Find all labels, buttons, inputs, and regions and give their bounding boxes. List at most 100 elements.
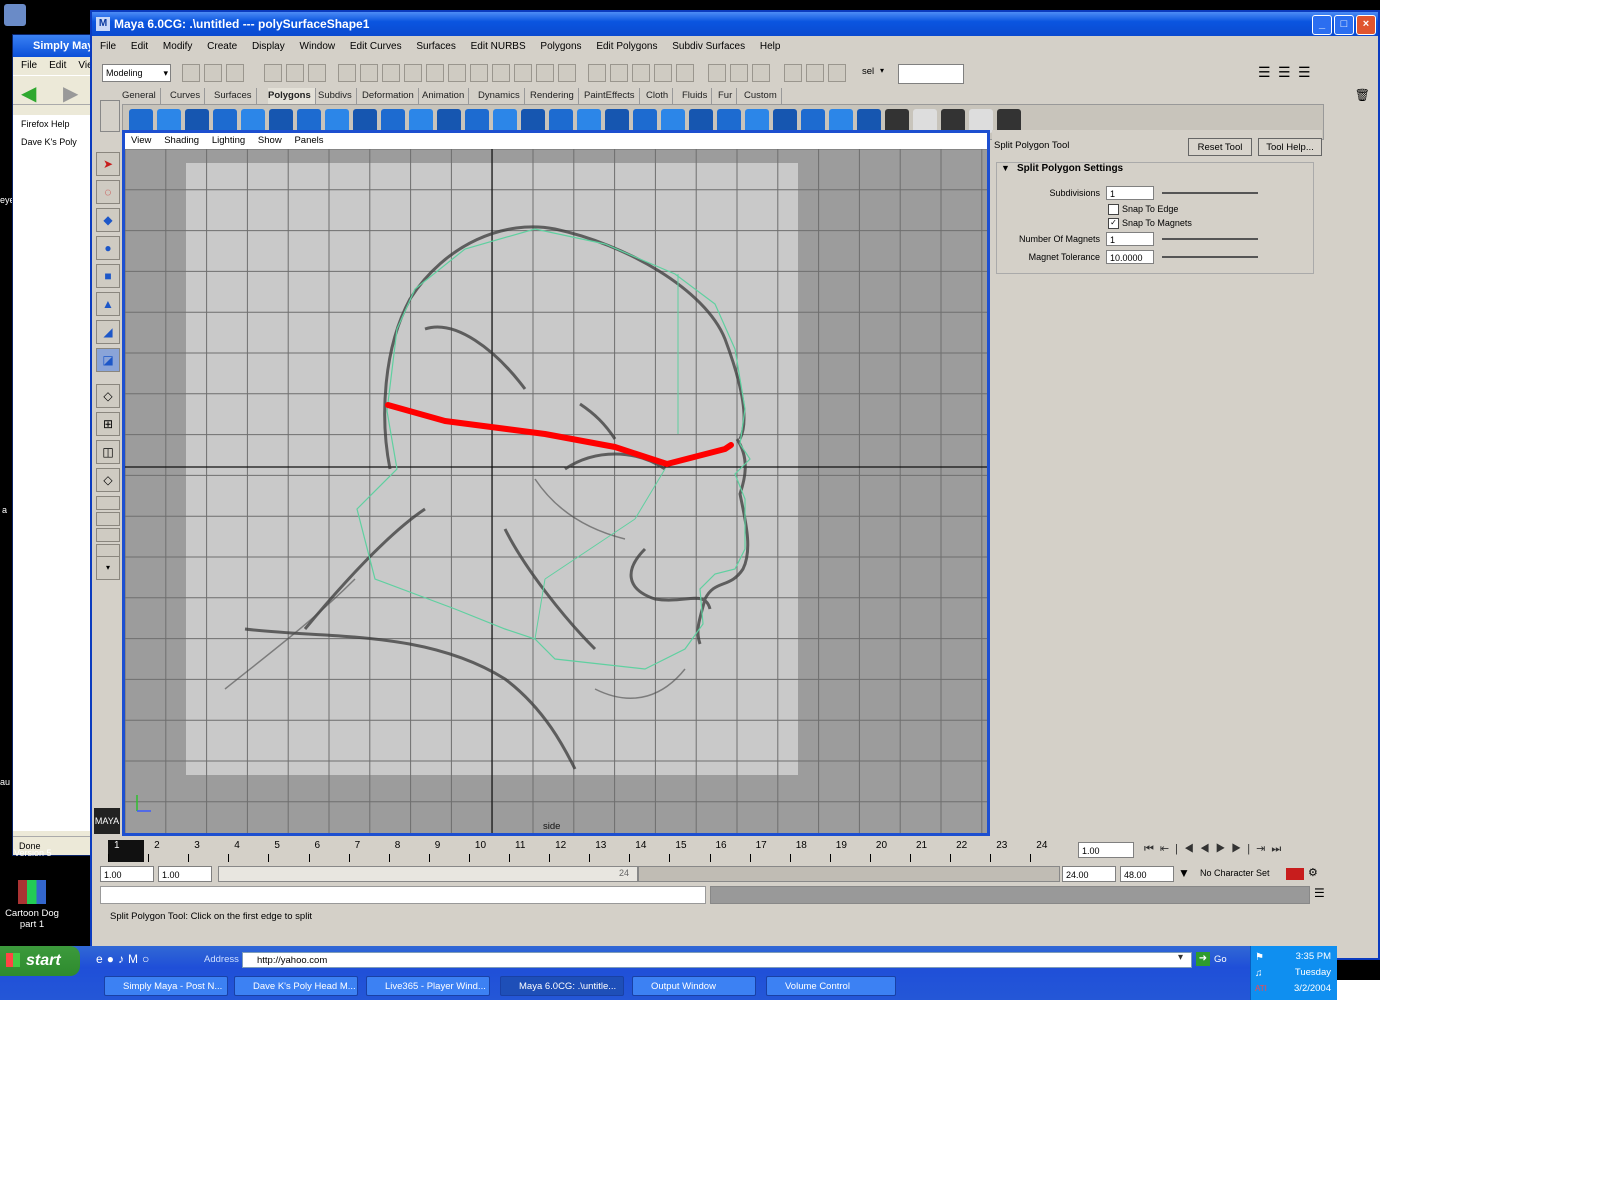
play-forward-icon[interactable]: ▶ [1216,843,1232,855]
tray-icon[interactable]: ⚑ [1255,952,1264,963]
playback-start-field[interactable]: 1.00 [158,866,212,882]
sel-dropdown-icon[interactable]: ▾ [880,66,884,75]
menu-display[interactable]: Display [252,41,285,52]
render-globals-icon[interactable] [828,64,846,82]
ipr-icon[interactable] [806,64,824,82]
background-browser-window[interactable]: Simply Maya File Edit Vie ◀ ▶ Firefox Help… [12,34,94,856]
computer-icon[interactable] [4,4,26,26]
input-ops-icon[interactable] [708,64,726,82]
hypergraph-layout-icon[interactable] [96,496,120,510]
menu-help[interactable]: Help [760,41,781,52]
magnet-tolerance-field[interactable]: 10.0000 [1106,250,1154,264]
maya-titlebar[interactable]: M Maya 6.0CG: .\untitled --- polySurface… [92,12,1378,36]
attribute-editor-toggle-icon[interactable]: ☰ [1298,64,1316,82]
vp-menu-lighting[interactable]: Lighting [212,135,245,146]
move-tool-icon[interactable]: ◆ [96,208,120,232]
menu-edit-polygons[interactable]: Edit Polygons [596,41,657,52]
task-volume-control[interactable]: Volume Control [766,976,896,996]
snap-to-edge-checkbox[interactable] [1108,204,1119,215]
new-scene-icon[interactable] [182,64,200,82]
menu-surfaces[interactable]: Surfaces [416,41,455,52]
side-viewport[interactable]: View Shading Lighting Show Panels side [122,130,990,836]
snap-view-icon[interactable] [654,64,672,82]
bg-tab-firefox-help[interactable]: Firefox Help [13,115,91,133]
forward-icon[interactable]: ▶ [63,81,78,106]
question-icon[interactable] [514,64,532,82]
menu-edit[interactable]: Edit [131,41,148,52]
viewport-canvas[interactable]: side [124,148,987,833]
menu-edit-nurbs[interactable]: Edit NURBS [471,41,526,52]
tray-icon[interactable]: ♫ [1255,968,1263,979]
ie-icon[interactable]: e [96,952,107,966]
mode-selector[interactable]: Modeling ▾ [102,64,171,82]
desktop-icon-cartoon-dog[interactable]: Cartoon Dog part 1 [2,880,62,930]
menu-subdiv-surfaces[interactable]: Subdiv Surfaces [672,41,745,52]
render-icon[interactable] [784,64,802,82]
minimize-button[interactable]: _ [1312,15,1332,35]
bg-menu-edit[interactable]: Edit [49,60,66,71]
task-simply-maya[interactable]: Simply Maya - Post N... [104,976,228,996]
chevron-down-icon[interactable]: ▾ [1178,952,1183,963]
four-view-layout-icon[interactable]: ⊞ [96,412,120,436]
snap-point-icon[interactable] [632,64,650,82]
surface-icon[interactable] [426,64,444,82]
maya-window[interactable]: M Maya 6.0CG: .\untitled --- polySurface… [90,10,1380,960]
auto-key-icon[interactable] [1286,868,1304,880]
shelf-tab-animation[interactable]: Animation [422,88,470,104]
shelf-tab-cloth[interactable]: Cloth [646,88,674,104]
shelf-menu-icon[interactable] [100,100,120,132]
back-icon[interactable]: ◀ [21,81,36,106]
trash-icon[interactable]: 🗑 [1355,88,1370,102]
shelf-tab-general[interactable]: General [122,88,161,104]
bg-window-title[interactable]: Simply Maya [13,35,93,57]
save-scene-icon[interactable] [226,64,244,82]
snap-curve-icon[interactable] [610,64,628,82]
menu-file[interactable]: File [100,41,116,52]
playback-end-field[interactable]: 24.00 [1062,866,1116,882]
vp-menu-panels[interactable]: Panels [294,135,323,146]
layout-menu-icon[interactable]: ▾ [96,556,120,580]
maximize-button[interactable]: □ [1334,15,1354,35]
menu-window[interactable]: Window [300,41,336,52]
task-maya[interactable]: Maya 6.0CG: .\untitle... [500,976,624,996]
lock-icon[interactable] [536,64,554,82]
magnets-slider[interactable] [1162,238,1258,240]
graph-editor-layout-icon[interactable] [96,512,120,526]
command-input[interactable] [100,886,706,904]
script-editor-icon[interactable]: ☰ [1314,886,1325,900]
maya-quick-icon[interactable]: M [128,952,142,966]
task-live365[interactable]: Live365 - Player Wind... [366,976,490,996]
menu-create[interactable]: Create [207,41,237,52]
manipulator-tool-icon[interactable]: ▲ [96,292,120,316]
mask-icon[interactable] [338,64,356,82]
tool-settings-toggle-icon[interactable]: ☰ [1278,64,1296,82]
shelf-tab-surfaces[interactable]: Surfaces [214,88,257,104]
persp-outliner-layout-icon[interactable]: ◇ [96,468,120,492]
snap-grid-icon[interactable] [588,64,606,82]
shelf-tab-dynamics[interactable]: Dynamics [478,88,525,104]
menu-edit-curves[interactable]: Edit Curves [350,41,402,52]
shelf-tab-rendering[interactable]: Rendering [530,88,579,104]
subdivisions-slider[interactable] [1162,192,1258,194]
address-input[interactable]: http://yahoo.com [242,952,1192,968]
select-component-icon[interactable] [308,64,326,82]
go-arrow-icon[interactable]: ➜ [1196,952,1210,966]
shelf-tab-subdivs[interactable]: Subdivs [318,88,357,104]
curve-icon[interactable] [404,64,422,82]
channel-box-toggle-icon[interactable]: ☰ [1258,64,1276,82]
open-scene-icon[interactable] [204,64,222,82]
soft-modify-tool-icon[interactable]: ◢ [96,320,120,344]
selection-input[interactable] [898,64,964,84]
anim-prefs-icon[interactable]: ⚙ [1308,866,1318,879]
joint-icon[interactable] [382,64,400,82]
select-object-icon[interactable] [286,64,304,82]
reset-tool-button[interactable]: Reset Tool [1188,138,1252,156]
collapse-icon[interactable]: ▼ [1001,163,1010,173]
vp-menu-view[interactable]: View [131,135,151,146]
magnet-tolerance-slider[interactable] [1162,256,1258,258]
vp-menu-shading[interactable]: Shading [164,135,199,146]
bg-tab-dave-k[interactable]: Dave K's Poly [13,133,91,151]
select-tool-icon[interactable]: ➤ [96,152,120,176]
media-icon[interactable]: ♪ [118,952,128,966]
rendering-icon[interactable] [492,64,510,82]
